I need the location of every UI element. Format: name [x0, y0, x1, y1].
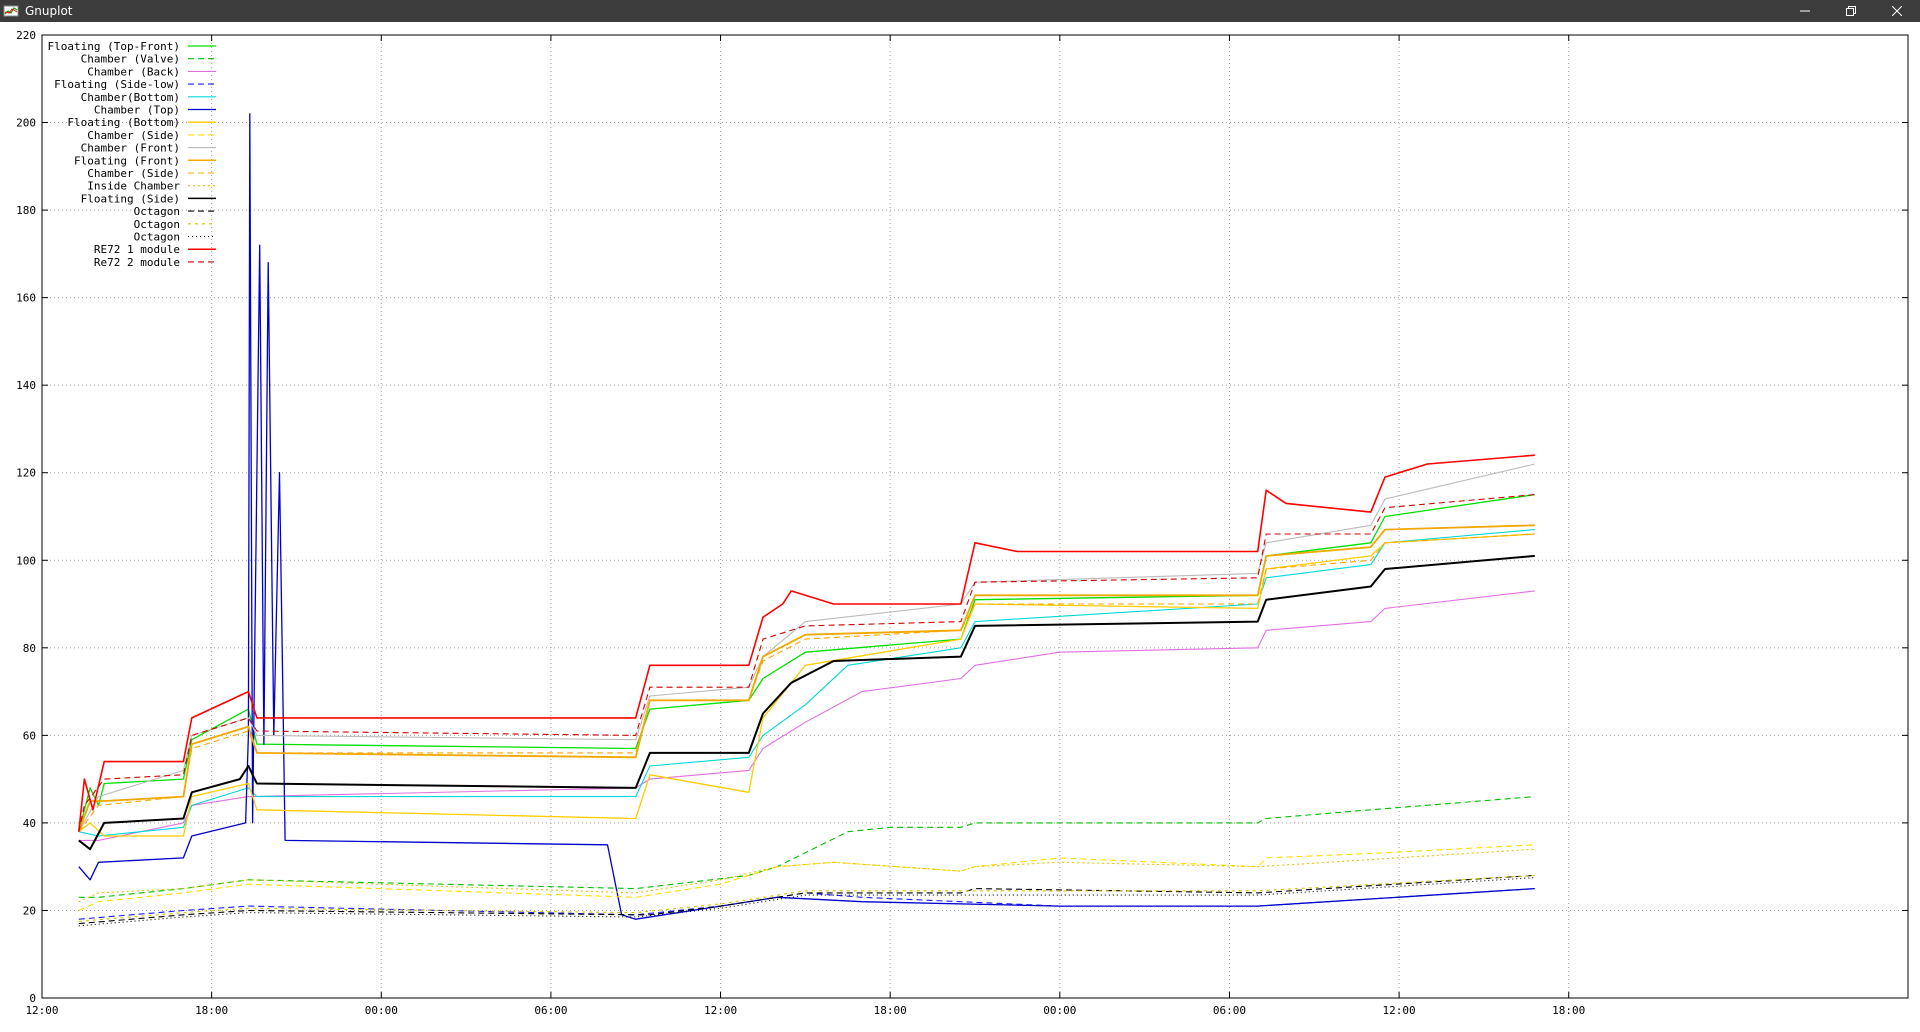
legend-label: Chamber(Bottom)	[81, 91, 180, 104]
legend-label: Re72 2 module	[94, 256, 180, 269]
y-tick-label: 140	[16, 379, 36, 392]
series-line-10	[78, 533, 1535, 833]
legend-label: Octagon	[134, 205, 180, 218]
axis-ticks: 02040608010012014016018020022012:00 18:00…	[16, 29, 1908, 1017]
series-line-17	[78, 494, 1535, 832]
series-line-16	[78, 454, 1535, 832]
y-tick-label: 200	[16, 117, 36, 130]
x-tick-label: 18:00	[195, 1004, 228, 1017]
legend-label: Floating (Side)	[81, 192, 180, 205]
line-chart: 02040608010012014016018020022012:00 18:00…	[16, 29, 1909, 1017]
restore-button[interactable]	[1828, 0, 1874, 22]
window-title: Gnuplot	[25, 4, 73, 18]
series-line-12	[78, 554, 1535, 851]
series-lines	[77, 113, 1535, 927]
y-tick-label: 60	[23, 729, 36, 742]
series-line-11	[78, 848, 1535, 903]
y-tick-label: 80	[23, 642, 36, 655]
gnuplot-app-icon	[3, 3, 19, 19]
grid-lines	[42, 35, 1908, 998]
x-tick-label: 12:00	[704, 1004, 737, 1017]
y-tick-label: 20	[23, 904, 36, 917]
x-tick-label: 18:00	[874, 1004, 907, 1017]
legend-label: Chamber (Back)	[87, 65, 180, 78]
minimize-button[interactable]	[1782, 0, 1828, 22]
y-tick-label: 160	[16, 292, 36, 305]
legend: Floating (Top-Front)Chamber (Valve)Chamb…	[48, 40, 216, 269]
legend-label: Inside Chamber	[87, 180, 180, 193]
x-tick-label: 00:00	[365, 1004, 398, 1017]
series-line-13	[78, 874, 1535, 925]
series-line-7	[78, 844, 1535, 912]
plot-border	[41, 34, 1909, 999]
legend-label: Floating (Side-low)	[54, 78, 180, 91]
x-tick-label: 06:00	[1213, 1004, 1246, 1017]
y-tick-label: 40	[23, 817, 36, 830]
x-tick-label: 12:00	[1383, 1004, 1416, 1017]
legend-label: Octagon	[134, 231, 180, 244]
legend-label: Octagon	[134, 218, 180, 231]
legend-label: Chamber (Front)	[81, 142, 180, 155]
x-tick-label: 00:00	[1043, 1004, 1076, 1017]
series-line-6	[78, 533, 1535, 837]
close-icon	[1892, 6, 1902, 16]
legend-label: Chamber (Top)	[94, 104, 180, 117]
plot-area: 0 20 40 60 80 100 120 140 160 180 200 220 12:00 18:00…	[0, 22, 1920, 1028]
y-tick-label: 180	[16, 204, 36, 217]
legend-label: Floating (Front)	[74, 154, 180, 167]
series-line-2	[78, 590, 1535, 841]
series-line-15	[78, 877, 1535, 927]
x-tick-label: 06:00	[534, 1004, 567, 1017]
series-line-0	[78, 493, 1535, 832]
x-tick-label: 18:00	[1552, 1004, 1585, 1017]
legend-label: Chamber (Side)	[87, 167, 180, 180]
legend-label: Chamber (Side)	[87, 129, 180, 142]
minimize-icon	[1800, 10, 1810, 12]
series-line-5	[78, 113, 1535, 920]
x-tick-label: 12:00	[25, 1004, 58, 1017]
y-tick-label: 120	[16, 467, 36, 480]
series-line-4	[78, 529, 1535, 837]
y-tick-label: 100	[16, 554, 36, 567]
legend-label: Chamber (Valve)	[81, 53, 180, 66]
series-line-1	[78, 796, 1535, 898]
legend-label: RE72 1 module	[94, 243, 180, 256]
legend-label: Floating (Bottom)	[67, 116, 180, 129]
title-bar: Gnuplot	[0, 0, 1920, 22]
close-button[interactable]	[1874, 0, 1920, 22]
legend-label: Floating (Top-Front)	[48, 40, 180, 53]
y-tick-label: 220	[16, 29, 36, 42]
restore-icon	[1846, 6, 1856, 16]
